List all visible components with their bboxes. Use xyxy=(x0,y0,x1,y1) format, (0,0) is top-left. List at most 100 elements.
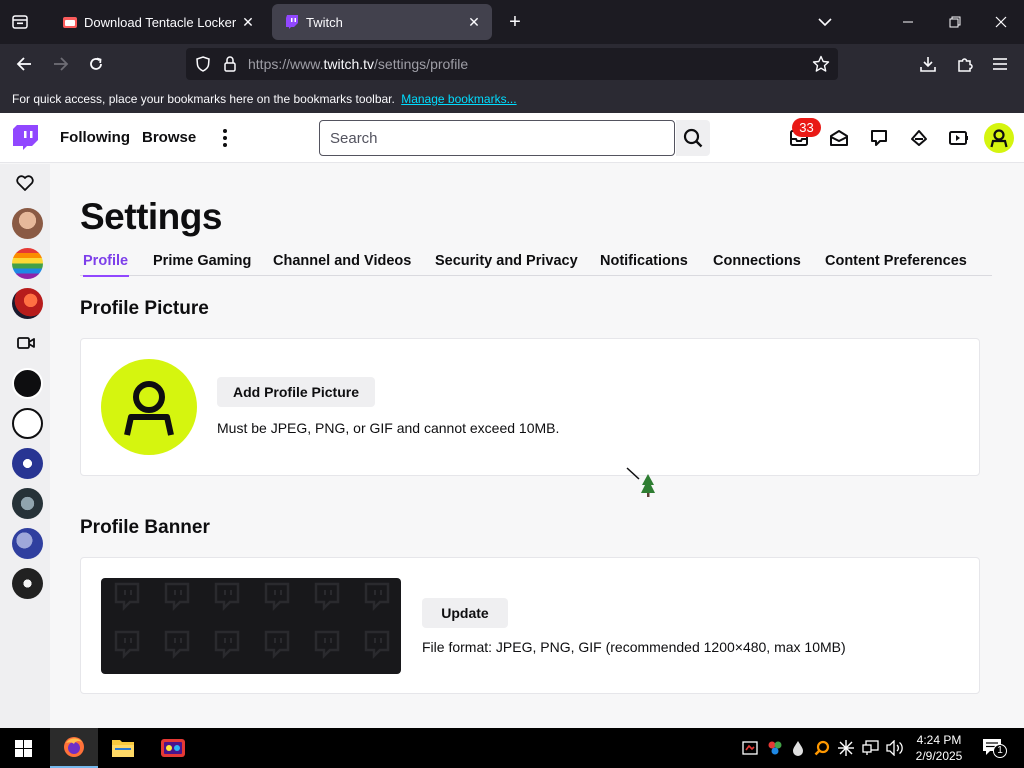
taskbar-clock[interactable]: 4:24 PM 2/9/2025 xyxy=(904,732,974,764)
followed-heart-icon[interactable] xyxy=(16,175,34,191)
close-tab-icon[interactable]: ✕ xyxy=(466,14,482,30)
channel-avatar[interactable] xyxy=(12,208,43,239)
browser-tab-strip: Download Tentacle Locker 2 by ✕ Twitch ✕… xyxy=(0,0,1024,44)
back-arrow-icon[interactable] xyxy=(14,54,34,74)
action-center-count-badge: 1 xyxy=(993,744,1007,758)
channel-avatar[interactable] xyxy=(12,288,43,319)
profile-picture-hint: Must be JPEG, PNG, or GIF and cannot exc… xyxy=(217,420,560,436)
tab-connections[interactable]: Connections xyxy=(713,253,801,269)
cursor-tree-icon xyxy=(626,466,656,500)
nav-browse-link[interactable]: Browse xyxy=(142,129,196,146)
url-prefix: https://www. xyxy=(248,56,324,72)
bookmark-star-icon[interactable] xyxy=(812,55,830,73)
whispers-envelope-icon[interactable] xyxy=(828,127,850,149)
profile-picture-heading: Profile Picture xyxy=(80,298,209,319)
channel-avatar[interactable] xyxy=(12,248,43,279)
channel-avatar[interactable] xyxy=(12,528,43,559)
clock-date: 2/9/2025 xyxy=(915,749,963,763)
profile-banner-card: Update File format: JPEG, PNG, GIF (reco… xyxy=(80,557,980,694)
tray-volume-icon[interactable] xyxy=(885,738,905,758)
downloads-icon[interactable] xyxy=(918,54,938,74)
search-field xyxy=(319,120,675,156)
file-explorer-icon[interactable] xyxy=(111,737,135,759)
forward-arrow-icon[interactable] xyxy=(51,54,71,74)
user-avatar-icon[interactable] xyxy=(984,123,1014,153)
channel-avatar[interactable] xyxy=(12,568,43,599)
url-path: /settings/profile xyxy=(374,56,469,72)
active-tab-indicator xyxy=(83,275,129,277)
browser-tab-download[interactable]: Download Tentacle Locker 2 by ✕ xyxy=(50,4,266,40)
tab-title: Twitch xyxy=(306,14,343,30)
twitch-top-nav: Following Browse xyxy=(0,113,1024,163)
tab-notifications[interactable]: Notifications xyxy=(600,253,688,269)
url-text: https://www.twitch.tv/settings/profile xyxy=(248,56,468,72)
twitch-logo-icon[interactable] xyxy=(12,124,39,153)
profile-banner-preview xyxy=(101,578,401,674)
clock-time: 4:24 PM xyxy=(916,733,962,747)
search-button[interactable] xyxy=(676,120,710,156)
channel-avatar[interactable] xyxy=(12,488,43,519)
windows-taskbar: 4:24 PM 2/9/2025 1 xyxy=(0,728,1024,768)
tab-channel-and-videos[interactable]: Channel and Videos xyxy=(273,253,411,269)
nav-following-link[interactable]: Following xyxy=(60,129,130,146)
tracking-protection-shield-icon[interactable] xyxy=(195,56,211,72)
extensions-puzzle-icon[interactable] xyxy=(955,54,975,74)
followed-channels-sidebar xyxy=(0,164,50,728)
more-options-vertical-dots-icon[interactable] xyxy=(220,128,230,148)
user-silhouette-icon xyxy=(121,377,177,437)
close-tab-icon[interactable]: ✕ xyxy=(240,14,256,30)
window-restore-icon[interactable] xyxy=(945,12,965,32)
new-tab-plus-icon[interactable]: + xyxy=(505,11,525,33)
settings-tab-bar: Profile Prime Gaming Channel and Videos … xyxy=(80,250,992,277)
firefox-view-icon[interactable] xyxy=(10,12,30,32)
tray-app-icon[interactable] xyxy=(765,738,785,758)
itchio-favicon-icon xyxy=(62,14,78,30)
chat-bubble-icon[interactable] xyxy=(868,127,890,149)
prime-crown-icon[interactable] xyxy=(908,127,930,149)
tab-prime-gaming[interactable]: Prime Gaming xyxy=(153,253,251,269)
window-close-icon[interactable] xyxy=(991,12,1011,32)
bookmarks-message: For quick access, place your bookmarks h… xyxy=(12,92,395,106)
tray-droplet-icon[interactable] xyxy=(788,738,808,758)
video-camera-icon[interactable] xyxy=(17,336,35,350)
channel-avatar[interactable] xyxy=(12,448,43,479)
window-minimize-icon[interactable] xyxy=(898,12,918,32)
notification-count-badge: 33 xyxy=(792,118,821,137)
twitch-favicon-icon xyxy=(284,14,300,30)
tab-content-preferences[interactable]: Content Preferences xyxy=(825,253,967,269)
lock-icon[interactable] xyxy=(223,55,237,73)
action-center-notifications-icon[interactable]: 1 xyxy=(982,738,1008,758)
url-domain: twitch.tv xyxy=(323,56,375,72)
tab-title: Download Tentacle Locker 2 by xyxy=(84,14,240,30)
tray-snowflake-icon[interactable] xyxy=(836,738,856,758)
twitch-glitch-pattern-icon xyxy=(101,578,401,674)
page-title: Settings xyxy=(80,196,222,237)
channel-avatar[interactable] xyxy=(12,368,43,399)
address-bar[interactable]: https://www.twitch.tv/settings/profile xyxy=(186,48,838,80)
tab-security-and-privacy[interactable]: Security and Privacy xyxy=(435,253,578,269)
tray-network-icon[interactable] xyxy=(861,738,881,758)
profile-banner-heading: Profile Banner xyxy=(80,517,210,538)
app-menu-hamburger-icon[interactable] xyxy=(990,54,1010,74)
profile-banner-hint: File format: JPEG, PNG, GIF (recommended… xyxy=(422,639,846,655)
browser-tab-twitch[interactable]: Twitch ✕ xyxy=(272,4,492,40)
reload-icon[interactable] xyxy=(86,54,106,74)
profile-picture-avatar xyxy=(101,359,197,455)
settings-main: Settings Profile Prime Gaming Channel an… xyxy=(50,164,1024,728)
add-profile-picture-button[interactable]: Add Profile Picture xyxy=(217,377,375,407)
tab-profile[interactable]: Profile xyxy=(83,253,128,269)
bookmarks-toolbar: For quick access, place your bookmarks h… xyxy=(0,84,1024,113)
profile-picture-card: Add Profile Picture Must be JPEG, PNG, o… xyxy=(80,338,980,476)
list-all-tabs-chevron-icon[interactable] xyxy=(815,12,835,32)
manage-bookmarks-link[interactable]: Manage bookmarks... xyxy=(401,92,516,106)
search-icon xyxy=(683,128,703,148)
windows-start-icon[interactable] xyxy=(15,740,32,757)
media-app-taskbar-icon[interactable] xyxy=(160,736,186,760)
tray-search-icon[interactable] xyxy=(812,738,832,758)
bits-wallet-icon[interactable] xyxy=(948,127,970,149)
update-banner-button[interactable]: Update xyxy=(422,598,508,628)
channel-avatar[interactable] xyxy=(12,408,43,439)
tray-security-icon[interactable] xyxy=(740,738,760,758)
firefox-taskbar-icon[interactable] xyxy=(50,728,98,768)
search-input[interactable] xyxy=(320,121,674,155)
